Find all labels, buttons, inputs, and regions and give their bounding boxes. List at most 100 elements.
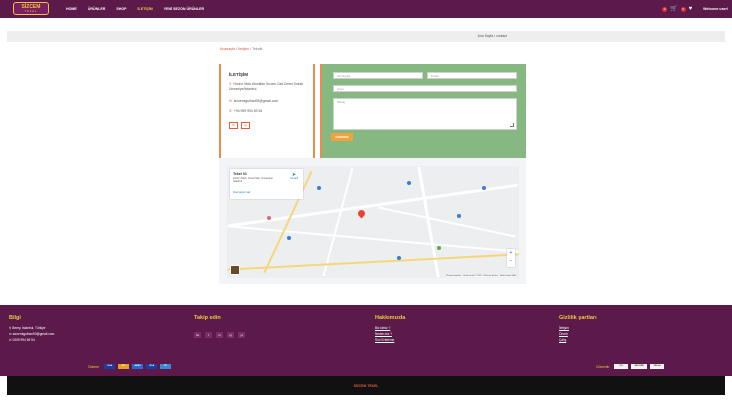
twitter-icon[interactable]: tw	[194, 332, 201, 338]
email-input[interactable]: Email	[427, 72, 517, 79]
instagram-icon[interactable]: ig	[227, 332, 234, 338]
contact-info-title: İLETİŞİM	[229, 72, 248, 77]
send-button[interactable]: GÖNDER	[331, 133, 353, 141]
nav-links: HOME ÜRÜNLER SHOP İLETİŞİM YENİ SEZON ÜR…	[66, 0, 204, 18]
cart-count-badge: 0	[662, 6, 668, 12]
map-poi-icon	[407, 181, 411, 185]
map-road	[417, 166, 440, 278]
breadcrumb-bar-text: Ana Sayfa / contact	[477, 34, 507, 38]
breadcrumb-current: Teknik	[252, 47, 263, 51]
footer-address-text: Berey, İstanbul, Türkiye	[12, 326, 46, 330]
footer-phone: ✆ 0209 994 69 54	[9, 337, 54, 343]
breadcrumb-bar: Ana Sayfa / contact	[7, 31, 725, 42]
encryption-badge: 256-bit	[650, 364, 665, 369]
phone-icon: ✆	[229, 109, 232, 113]
nav-link-urunler[interactable]: ÜRÜNLER	[88, 7, 106, 11]
map-poi-icon	[267, 216, 271, 220]
map-poi-icon	[457, 214, 461, 218]
breadcrumb-home-link[interactable]: Anasayfa	[220, 47, 235, 51]
map-poi-icon	[437, 246, 441, 250]
map-road	[378, 206, 516, 238]
map-view-larger-link[interactable]: View larger map	[233, 191, 250, 194]
contact-address: ⚲ Hızırcı Mah.Utustifan Sıcam Cad.Cenel S…	[229, 82, 311, 92]
footer-takip-title: Takip edin	[194, 315, 221, 321]
map-satellite-toggle[interactable]	[230, 265, 240, 275]
cart-icon[interactable]: 🛒	[670, 6, 677, 12]
footer-email-text[interactable]: sizcemtgulhan93@gmail.com	[13, 332, 55, 336]
favorites-count-badge: 0	[680, 6, 686, 12]
map-poi-icon	[397, 256, 401, 260]
map-place-name: Tekel 01	[233, 172, 247, 176]
heart-icon[interactable]: ♥	[689, 6, 693, 12]
site-logo[interactable]: SİZCEM TEKEL	[13, 2, 49, 15]
nav-link-shop[interactable]: SHOP	[116, 7, 126, 11]
contact-phone: ✆ +90 999 994 69 54	[229, 109, 311, 114]
email-icon: ✉	[229, 99, 232, 103]
map-place-address: Hızırcı Mah. Cenel Sok. Ümraniye/İstanbu…	[233, 177, 273, 184]
contact-email: ✉ sizcemtgulhan93@gmail.com	[229, 99, 311, 104]
linkedin-icon[interactable]: in	[216, 332, 223, 338]
map-section: Tekel 01 Hızırcı Mah. Cenel Sok. Ümraniy…	[219, 158, 526, 284]
copyright-text: SİZCEM TEKEL	[353, 384, 379, 388]
breadcrumb-page-link[interactable]: İletişim	[238, 47, 249, 51]
facebook-button[interactable]: fb	[229, 122, 238, 129]
location-pin-icon: ⚲	[229, 82, 232, 86]
mastercard-icon: MC	[118, 364, 130, 369]
map-place-card: Tekel 01 Hızırcı Mah. Cenel Sok. Ümraniy…	[230, 169, 303, 199]
map-poi-icon	[482, 186, 486, 190]
ssl-badge: SSL	[614, 364, 629, 369]
name-input[interactable]: Ad Soyad	[333, 72, 423, 79]
footer-social-icons: tw f in ig yt	[194, 332, 245, 338]
footer-takip: Takip edin	[194, 315, 221, 321]
visa-card-icon: VISA	[104, 364, 116, 369]
nav-link-home[interactable]: HOME	[66, 7, 77, 11]
footer-link-calis[interactable]: Çalış	[559, 337, 597, 343]
facebook-icon[interactable]: f	[205, 332, 212, 338]
welcome-user-link[interactable]: Welcome user!	[703, 7, 728, 11]
nav-right: 0 🛒 0 ♥ Welcome user!	[662, 2, 728, 16]
contact-email-text[interactable]: sizcemtgulhan93@gmail.com	[234, 99, 278, 103]
zoom-out-icon[interactable]: −	[507, 257, 515, 265]
footer-bilgi-title: Bilgi	[9, 315, 21, 321]
footer-gizlilik-title: Gizlilik şartları	[559, 315, 597, 321]
footer-link-son-erteleme[interactable]: Son Erteleme	[375, 337, 405, 343]
zoom-in-icon[interactable]: +	[507, 249, 515, 257]
logo-subtitle: TEKEL	[24, 9, 38, 13]
message-placeholder: Mesaj	[337, 100, 346, 104]
nav-link-yeni-sezon[interactable]: YENİ SEZON ÜRÜNLER	[164, 7, 204, 11]
map-zoom-control[interactable]: + −	[507, 249, 515, 267]
resize-handle-icon[interactable]	[510, 123, 514, 127]
subject-input[interactable]: Konu	[333, 85, 517, 92]
secure-badge: SECURE	[631, 364, 648, 369]
visa-card-icon: VISA	[146, 364, 158, 369]
payment-label: Ödeme	[88, 364, 100, 369]
contact-info-card: İLETİŞİM ⚲ Hızırcı Mah.Utustifan Sıcam Ca…	[219, 64, 315, 158]
youtube-icon[interactable]: yt	[238, 332, 245, 338]
footer-hakkimizda: Hakkımızda Biz kimiz ? Neden biz ? Son E…	[375, 315, 405, 343]
map-poi-icon	[317, 186, 321, 190]
contact-phone-text[interactable]: +90 999 994 69 54	[234, 109, 262, 113]
nav-link-iletisim[interactable]: İLETİŞİM	[138, 7, 153, 11]
contact-address-text: Hızırcı Mah.Utustifan Sıcam Cad.Cenel So…	[229, 82, 304, 91]
top-navbar: SİZCEM TEKEL HOME ÜRÜNLER SHOP İLETİŞİM …	[0, 0, 732, 18]
payment-methods: Ödeme VISA MC AMEX VISA PP	[88, 364, 172, 369]
paypal-icon: PP	[160, 364, 172, 369]
security-label: Güvenlik	[596, 364, 610, 369]
map-marker-icon[interactable]	[356, 208, 367, 219]
google-map[interactable]: Tekel 01 Hızırcı Mah. Cenel Sok. Ümraniy…	[227, 166, 519, 278]
message-textarea[interactable]: Mesaj	[333, 98, 517, 130]
map-directions-link[interactable]: ➤ Yol tarifi	[286, 173, 302, 181]
contact-form: Ad Soyad Email Konu Mesaj GÖNDER	[320, 64, 526, 158]
amex-card-icon: AMEX	[132, 364, 144, 369]
map-poi-icon	[287, 236, 291, 240]
directions-label: Yol tarifi	[289, 177, 299, 180]
footer-hakkimizda-title: Hakkımızda	[375, 315, 406, 321]
security-badges: Güvenlik SSL SECURE 256-bit	[596, 364, 665, 369]
instagram-button[interactable]: ig	[241, 122, 250, 129]
breadcrumb: Anasayfa / İletişim / Teknik	[220, 47, 262, 51]
footer-bilgi: Bilgi ⚲ Berey, İstanbul, Türkiye ✉ sizce…	[9, 315, 54, 343]
map-attribution: Klavye kısayolları · Harita verileri ©20…	[445, 275, 516, 277]
footer-phone-text[interactable]: 0209 994 69 54	[13, 338, 35, 342]
copyright-bar: SİZCEM TEKEL	[7, 376, 725, 395]
map-road	[322, 167, 354, 277]
